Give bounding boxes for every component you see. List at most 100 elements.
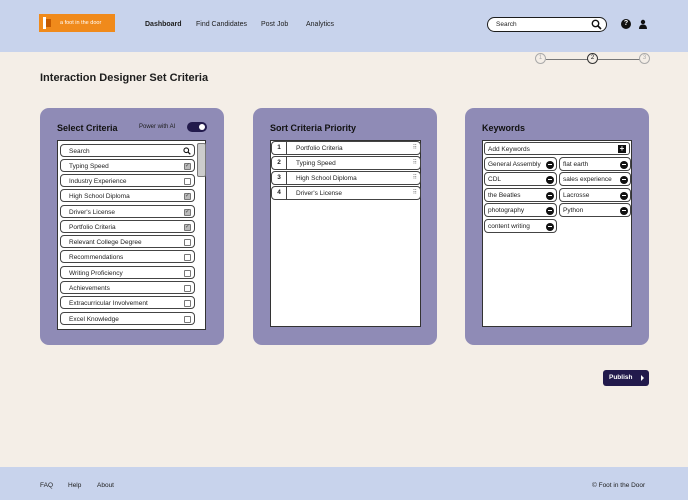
criteria-item[interactable]: Portfolio Criteria ✓: [60, 220, 195, 233]
priority-row[interactable]: 3 High School Diploma ⠿: [271, 171, 421, 185]
remove-icon[interactable]: [546, 175, 554, 184]
keywords-panel: Keywords Add Keywords + General Assembly…: [465, 108, 649, 345]
remove-icon[interactable]: [620, 191, 628, 200]
criteria-item[interactable]: High School Diploma ✓: [60, 189, 195, 202]
criteria-item-label: Driver's License: [69, 208, 116, 216]
criteria-item[interactable]: Typing Speed ✓: [60, 159, 195, 172]
checkbox[interactable]: [184, 253, 191, 261]
criteria-item-label: Extracurricular Involvement: [69, 299, 148, 307]
copyright: © Foot in the Door: [592, 482, 646, 489]
criteria-search-placeholder: Search: [69, 147, 90, 155]
criteria-scrollbar[interactable]: [197, 143, 206, 326]
keyword-label: CDL: [488, 175, 502, 183]
nav-find-candidates[interactable]: Find Candidates: [196, 21, 247, 28]
scrollbar-thumb[interactable]: [197, 143, 206, 177]
priority-row[interactable]: 2 Typing Speed ⠿: [271, 156, 421, 170]
criteria-search-input[interactable]: Search: [60, 144, 195, 157]
priority-row[interactable]: 4 Driver's License ⠿: [271, 186, 421, 200]
page-title: Interaction Designer Set Criteria: [40, 72, 209, 84]
checkbox[interactable]: ✓: [184, 223, 191, 231]
nav-dashboard[interactable]: Dashboard: [145, 21, 182, 28]
remove-icon[interactable]: [620, 160, 628, 169]
priority-number: 4: [272, 187, 287, 199]
criteria-item-label: High School Diploma: [69, 192, 130, 200]
remove-icon[interactable]: [620, 175, 628, 184]
footer-link-about[interactable]: About: [97, 482, 114, 489]
footer-link-faq[interactable]: FAQ: [40, 482, 53, 489]
checkbox[interactable]: [184, 177, 191, 185]
priority-list: 1 Portfolio Criteria ⠿ 2 Typing Speed ⠿ 3 Hig…: [270, 140, 421, 327]
search-input[interactable]: Search: [487, 17, 607, 32]
checkbox[interactable]: ✓: [184, 162, 191, 170]
publish-button[interactable]: Publish: [603, 370, 649, 386]
search-icon: [591, 19, 602, 30]
remove-icon[interactable]: [546, 160, 554, 169]
priority-label: Portfolio Criteria: [296, 144, 343, 152]
priority-label: Typing Speed: [296, 159, 336, 167]
remove-icon[interactable]: [546, 206, 554, 215]
checkbox[interactable]: ✓: [184, 208, 191, 216]
criteria-item-label: Recommendations: [69, 253, 124, 261]
remove-icon[interactable]: [546, 191, 554, 200]
sort-priority-panel: Sort Criteria Priority 1 Portfolio Criter…: [253, 108, 437, 345]
keyword-label: General Assembly: [488, 160, 541, 168]
checkbox[interactable]: [184, 315, 191, 323]
help-icon[interactable]: ?: [621, 19, 631, 29]
keyword-label: flat earth: [563, 160, 589, 168]
drag-handle-icon[interactable]: ⠿: [413, 174, 418, 181]
checkbox[interactable]: [184, 299, 191, 307]
top-bar: a foot in the door Dashboard Find Candid…: [0, 0, 688, 52]
power-with-ai-toggle[interactable]: [187, 122, 207, 132]
keyword-chip: Python: [559, 203, 631, 217]
logo[interactable]: a foot in the door: [39, 14, 115, 32]
criteria-item[interactable]: Extracurricular Involvement: [60, 296, 195, 309]
criteria-item[interactable]: Industry Experience: [60, 174, 195, 187]
drag-handle-icon[interactable]: ⠿: [413, 159, 418, 166]
keyword-label: the Beatles: [488, 191, 521, 199]
keyword-label: content writing: [488, 222, 530, 230]
criteria-item-label: Writing Proficiency: [69, 269, 123, 277]
stepper-line: [598, 58, 641, 60]
door-logo-icon: [43, 17, 52, 29]
criteria-item[interactable]: Excel Knowledge: [60, 312, 195, 325]
keywords-title: Keywords: [482, 123, 526, 133]
criteria-item[interactable]: Recommendations: [60, 250, 195, 263]
criteria-item[interactable]: Achievements: [60, 281, 195, 294]
power-with-ai-label: Power with AI: [139, 124, 176, 130]
criteria-item[interactable]: Relevant College Degree: [60, 235, 195, 248]
user-icon[interactable]: [638, 19, 648, 29]
criteria-item-label: Excel Knowledge: [69, 315, 119, 323]
keyword-chip: General Assembly: [484, 157, 557, 171]
footer-link-help[interactable]: Help: [68, 482, 81, 489]
remove-icon[interactable]: [620, 206, 628, 215]
checkbox[interactable]: [184, 284, 191, 292]
criteria-item[interactable]: Driver's License ✓: [60, 205, 195, 218]
checkbox[interactable]: ✓: [184, 192, 191, 200]
nav-post-job[interactable]: Post Job: [261, 21, 288, 28]
plus-icon[interactable]: +: [618, 145, 626, 153]
sort-priority-title: Sort Criteria Priority: [270, 123, 357, 133]
checkbox[interactable]: [184, 238, 191, 246]
criteria-item-label: Typing Speed: [69, 162, 109, 170]
drag-handle-icon[interactable]: ⠿: [413, 144, 418, 151]
nav-analytics[interactable]: Analytics: [306, 21, 334, 28]
criteria-item[interactable]: Writing Proficiency: [60, 266, 195, 279]
publish-label: Publish: [609, 374, 633, 381]
priority-label: Driver's License: [296, 189, 343, 197]
remove-icon[interactable]: [546, 222, 554, 231]
logo-text: a foot in the door: [60, 20, 102, 26]
criteria-item-label: Industry Experience: [69, 177, 127, 185]
criteria-item-label: Portfolio Criteria: [69, 223, 116, 231]
checkbox[interactable]: [184, 269, 191, 277]
keyword-chip: photography: [484, 203, 557, 217]
add-keywords-label: Add Keywords: [488, 145, 530, 153]
keyword-chip: content writing: [484, 219, 557, 233]
drag-handle-icon[interactable]: ⠿: [413, 189, 418, 196]
search-placeholder: Search: [496, 21, 517, 28]
step-2: 2: [587, 53, 598, 64]
priority-row[interactable]: 1 Portfolio Criteria ⠿: [271, 141, 421, 155]
step-3: 3: [639, 53, 650, 64]
keyword-chip: CDL: [484, 172, 557, 186]
add-keywords-input[interactable]: Add Keywords +: [484, 142, 630, 155]
footer: FAQ Help About © Foot in the Door: [0, 467, 688, 500]
